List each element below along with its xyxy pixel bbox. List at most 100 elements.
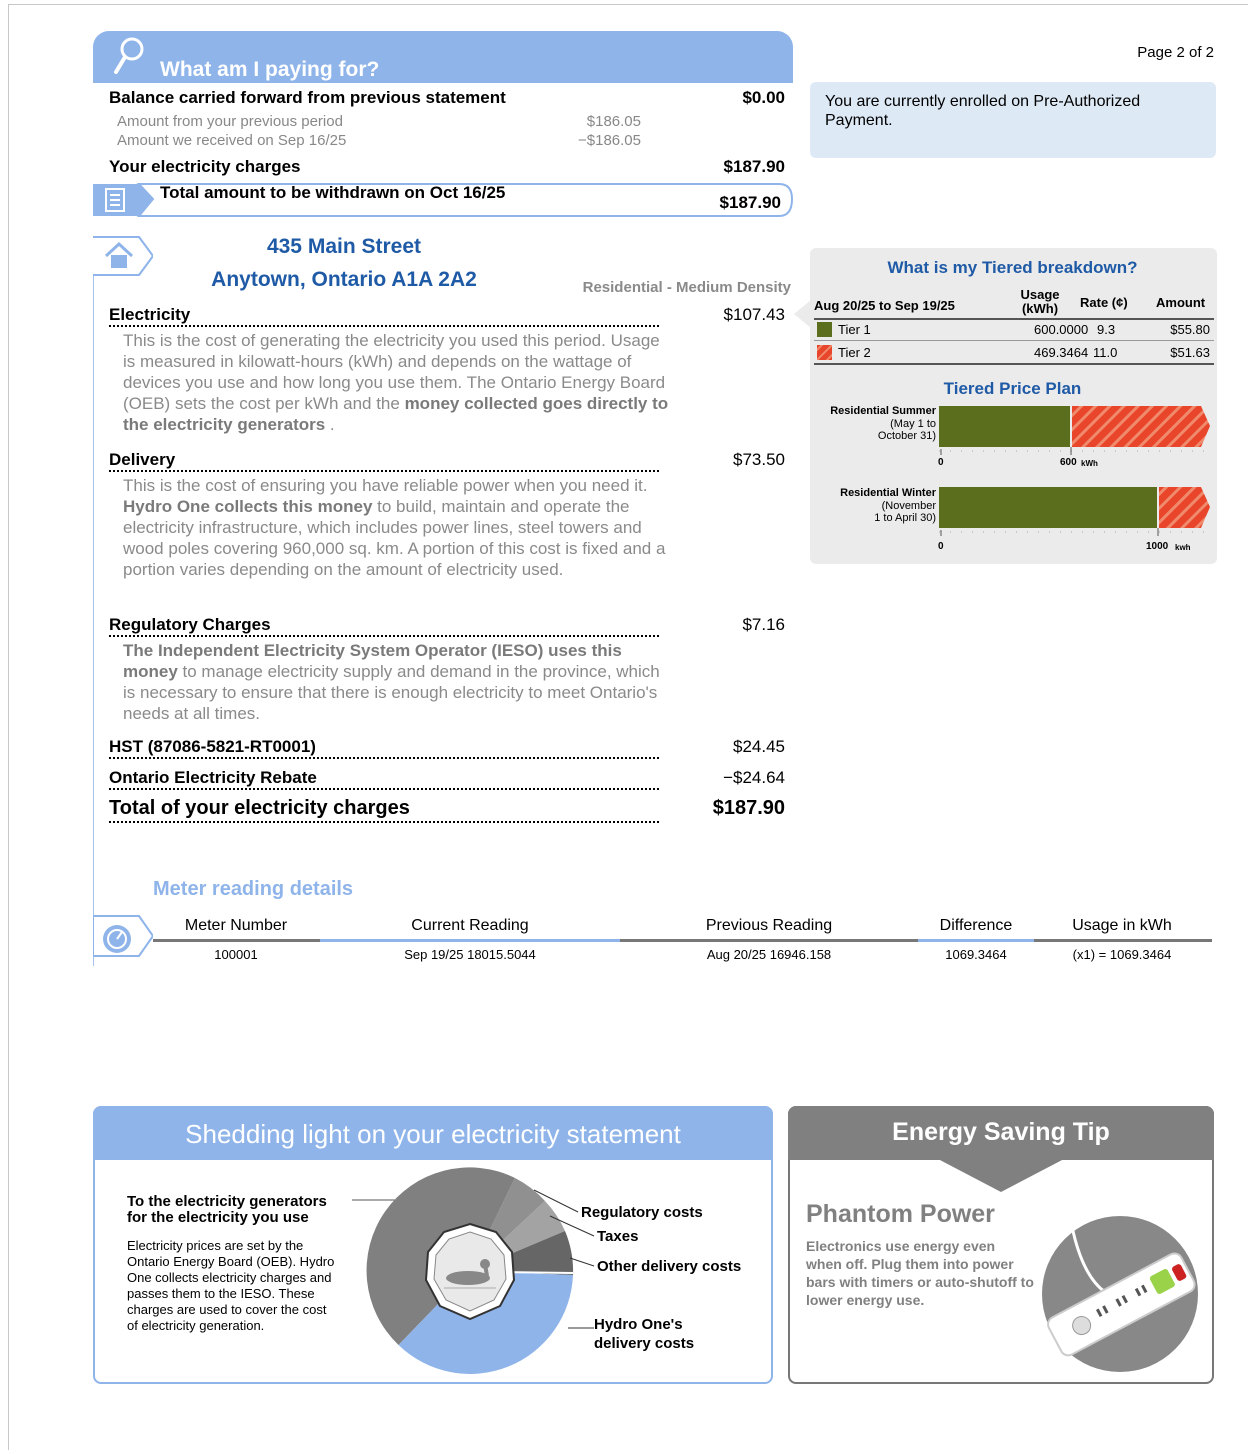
tiered-col-rate: Rate (¢) bbox=[1080, 295, 1128, 310]
tiered-col-usage-unit: (kWh) bbox=[1021, 301, 1059, 316]
label-hydro1: Hydro One's bbox=[594, 1316, 683, 1333]
meter-value-difference: 1069.3464 bbox=[945, 947, 1007, 962]
regulatory-desc-b: to manage electricity supply and demand … bbox=[123, 662, 660, 723]
tip-text: Electronics use energy even when off. Pl… bbox=[806, 1238, 1034, 1308]
address-line1: 435 Main Street bbox=[266, 235, 422, 258]
tier1-usage: 600.0000 bbox=[1034, 322, 1089, 337]
balance-value: $0.00 bbox=[742, 88, 785, 107]
hst-amount: $24.45 bbox=[733, 737, 785, 756]
received-label: Amount we received on Sep 16/25 bbox=[117, 132, 347, 149]
prev-amount-label: Amount from your previous period bbox=[117, 113, 343, 130]
tier2-swatch bbox=[817, 345, 832, 360]
regulatory-desc: The Independent Electricity System Opera… bbox=[123, 640, 673, 724]
regulatory-label: Regulatory Charges bbox=[109, 615, 274, 635]
label-hydro2: delivery costs bbox=[594, 1335, 695, 1352]
electricity-desc-end: . bbox=[325, 415, 335, 434]
meter-header-current: Current Reading bbox=[411, 917, 529, 934]
tier2-usage: 469.3464 bbox=[1034, 345, 1089, 360]
left-rule bbox=[93, 276, 94, 966]
rebate-label: Ontario Electricity Rebate bbox=[109, 768, 320, 788]
summer-label: Residential Summer bbox=[830, 405, 936, 417]
delivery-desc-a: This is the cost of ensuring you have re… bbox=[123, 476, 648, 495]
meter-header-previous: Previous Reading bbox=[705, 917, 833, 934]
meter-rule-4 bbox=[918, 939, 1034, 942]
winter-zero: 0 bbox=[938, 541, 944, 552]
winter-sub1: (November bbox=[881, 500, 936, 512]
hst-label: HST (87086-5821-RT0001) bbox=[109, 737, 319, 757]
tiered-col-usage: Usage bbox=[1020, 287, 1060, 302]
search-icon bbox=[114, 37, 144, 74]
tier-row-rule bbox=[814, 340, 1214, 341]
electricity-charges-label: Your electricity charges bbox=[109, 157, 301, 176]
tip-heading: Phantom Power bbox=[806, 1200, 995, 1228]
label-taxes: Taxes bbox=[597, 1228, 639, 1245]
meter-title: Meter reading details bbox=[153, 878, 354, 900]
meter-rule-2 bbox=[320, 939, 620, 942]
winter-threshold: 1000 bbox=[1146, 541, 1169, 552]
summer-bar bbox=[939, 406, 1210, 455]
tiered-col-amount: Amount bbox=[1156, 295, 1206, 310]
tier2-amount: $51.63 bbox=[1170, 345, 1210, 360]
winter-sub2: 1 to April 30) bbox=[874, 512, 936, 524]
meter-value-usage: (x1) = 1069.3464 bbox=[1072, 947, 1172, 962]
tiered-header-rule bbox=[814, 318, 1214, 320]
meter-rule-5 bbox=[1034, 939, 1212, 942]
meter-value-current: Sep 19/25 18015.5044 bbox=[404, 947, 536, 962]
electricity-desc: This is the cost of generating the elect… bbox=[123, 330, 673, 435]
meter-header-difference: Difference bbox=[939, 917, 1013, 934]
tier1-rate: 9.3 bbox=[1097, 322, 1116, 337]
bill-icon bbox=[105, 188, 125, 212]
tier2-label: Tier 2 bbox=[838, 345, 871, 360]
summer-sub2: October 31) bbox=[877, 430, 936, 442]
meter-value-number: 100001 bbox=[214, 947, 258, 962]
balance-label: Balance carried forward from previous st… bbox=[109, 88, 506, 107]
meter-header-number: Meter Number bbox=[184, 917, 288, 934]
meter-rule-1 bbox=[153, 939, 320, 942]
total-amount: $187.90 bbox=[712, 797, 785, 819]
address-line2: Anytown, Ontario A1A 2A2 bbox=[211, 268, 477, 291]
tip-pointer bbox=[938, 1159, 1064, 1192]
electricity-charges-value: $187.90 bbox=[723, 157, 785, 176]
delivery-row bbox=[109, 450, 659, 472]
electricity-label: Electricity bbox=[109, 305, 194, 325]
delivery-desc: This is the cost of ensuring you have re… bbox=[123, 475, 673, 580]
summer-threshold: 600 bbox=[1060, 457, 1077, 468]
page-number: Page 2 of 2 bbox=[1137, 44, 1214, 61]
tip-title: Energy Saving Tip bbox=[892, 1118, 1110, 1146]
tiered-title: What is my Tiered breakdown? bbox=[887, 258, 1138, 277]
gen-text: Electricity prices are set by the Ontari… bbox=[127, 1238, 335, 1333]
withdraw-value: $187.90 bbox=[719, 193, 781, 212]
winter-bar bbox=[939, 487, 1210, 536]
tier1-swatch bbox=[817, 322, 832, 337]
label-regulatory: Regulatory costs bbox=[581, 1204, 703, 1221]
tier1-label: Tier 1 bbox=[838, 322, 871, 337]
enrollment-note: You are currently enrolled on Pre-Author… bbox=[810, 82, 1216, 158]
summary-title: What am I paying for? bbox=[160, 58, 380, 81]
power-bar-image bbox=[1042, 1215, 1198, 1372]
received-value: −$186.05 bbox=[578, 132, 641, 149]
regulatory-amount: $7.16 bbox=[742, 615, 785, 634]
total-label: Total of your electricity charges bbox=[109, 797, 413, 820]
tiered-bottom-rule bbox=[814, 363, 1214, 365]
electricity-amount: $107.43 bbox=[723, 305, 785, 324]
label-other: Other delivery costs bbox=[597, 1258, 742, 1275]
tier1-amount: $55.80 bbox=[1170, 322, 1210, 337]
tiered-pointer bbox=[794, 300, 811, 328]
summer-unit: kWh bbox=[1081, 459, 1098, 468]
winter-label: Residential Winter bbox=[840, 487, 936, 499]
tier2-rate: 11.0 bbox=[1093, 345, 1118, 360]
delivery-desc-bold: Hydro One collects this money bbox=[123, 497, 373, 516]
winter-unit: kwh bbox=[1175, 543, 1191, 552]
gauge-icon bbox=[103, 925, 131, 953]
prev-amount-value: $186.05 bbox=[586, 113, 641, 130]
rebate-amount: −$24.64 bbox=[723, 768, 785, 787]
plan-title: Tiered Price Plan bbox=[943, 379, 1082, 398]
delivery-label: Delivery bbox=[109, 450, 179, 470]
gen-heading2: for the electricity you use bbox=[127, 1209, 309, 1226]
meter-rule-3 bbox=[620, 939, 918, 942]
meter-header-usage: Usage in kWh bbox=[1072, 917, 1172, 934]
gen-heading1: To the electricity generators bbox=[127, 1193, 327, 1210]
tiered-period: Aug 20/25 to Sep 19/25 bbox=[814, 298, 955, 313]
summer-zero: 0 bbox=[938, 457, 944, 468]
shedding-title: Shedding light on your electricity state… bbox=[185, 1119, 681, 1149]
